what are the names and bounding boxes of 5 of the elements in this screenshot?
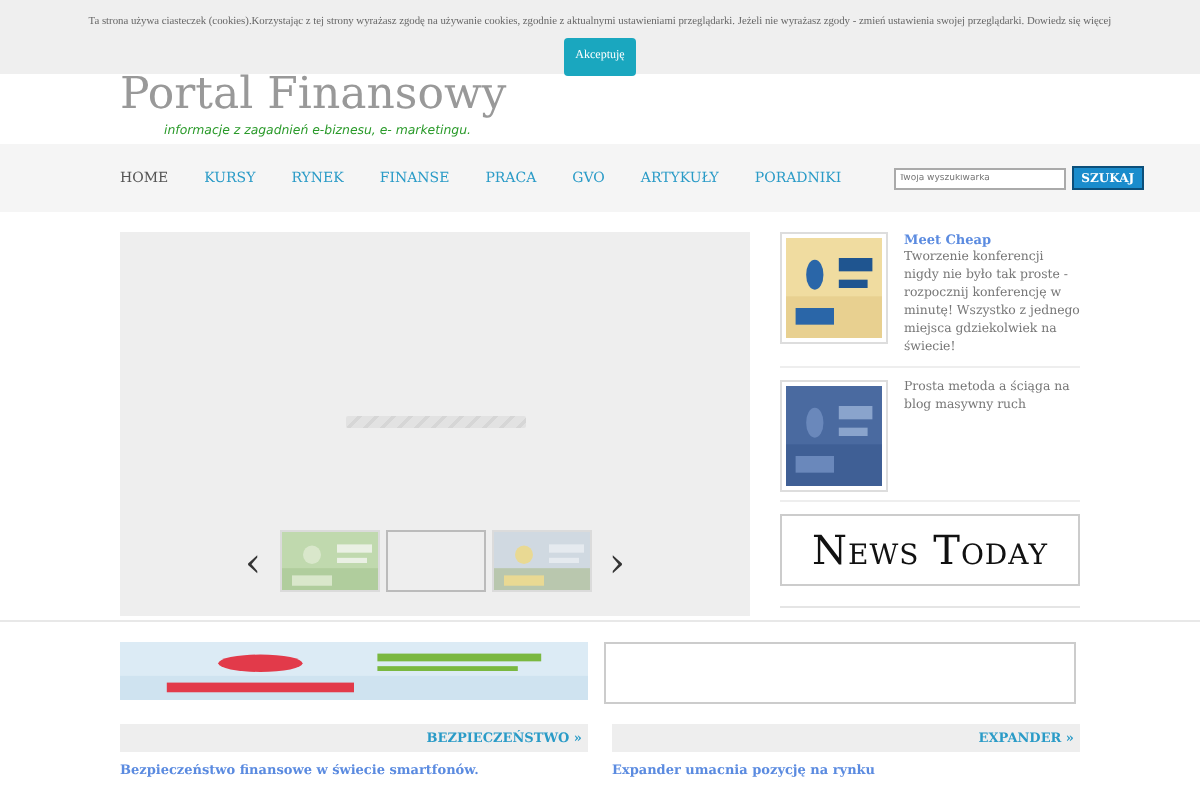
ad-image[interactable]	[780, 380, 888, 493]
news-logo[interactable]: News Today	[780, 514, 1080, 587]
ad-image[interactable]	[780, 232, 888, 344]
site-title[interactable]: Portal Finansowy	[120, 74, 507, 118]
slide-thumbnail[interactable]	[385, 530, 485, 592]
